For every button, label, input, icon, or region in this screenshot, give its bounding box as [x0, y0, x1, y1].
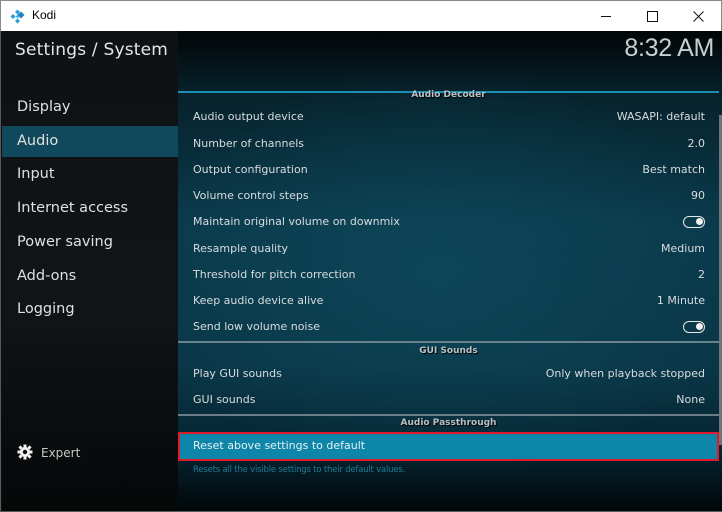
setting-row-audio-output-device[interactable]: Audio output device WASAPI: default [178, 104, 719, 130]
sidebar-item-label: Add-ons [17, 268, 77, 284]
section-divider [178, 414, 719, 416]
setting-row-gui-sounds[interactable]: GUI sounds None [178, 387, 719, 413]
sidebar-item-label: Audio [17, 133, 59, 149]
section-title-gui-sounds: GUI Sounds [419, 346, 478, 356]
setting-label: Volume control steps [193, 189, 309, 202]
sidebar-item-logging[interactable]: Logging [2, 294, 178, 325]
minimize-button[interactable] [583, 1, 629, 31]
setting-label: Number of channels [193, 137, 305, 150]
setting-value: 90 [691, 189, 705, 202]
close-button[interactable] [675, 1, 721, 31]
setting-value: WASAPI: default [616, 110, 705, 123]
setting-value: Best match [642, 163, 705, 176]
clock: 8:32 AM [624, 34, 714, 62]
setting-label: Maintain original volume on downmix [193, 215, 400, 228]
reset-settings-label: Reset above settings to default [193, 439, 366, 452]
page-title: Settings / System [15, 40, 169, 60]
toggle-knob [696, 218, 703, 225]
section-title-audio-passthrough: Audio Passthrough [400, 418, 497, 428]
sidebar-item-label: Internet access [17, 200, 129, 216]
setting-description: Resets all the visible settings to their… [193, 465, 406, 475]
section-title-audio-decoder: Audio Decoder [411, 90, 486, 100]
setting-label: Play GUI sounds [193, 367, 282, 380]
setting-row-play-gui-sounds[interactable]: Play GUI sounds Only when playback stopp… [178, 361, 719, 387]
reset-settings-button[interactable]: Reset above settings to default [178, 432, 719, 461]
window-title: Kodi [32, 8, 57, 22]
setting-row-keep-audio-device-alive[interactable]: Keep audio device alive 1 Minute [178, 288, 719, 314]
setting-row-output-configuration[interactable]: Output configuration Best match [178, 157, 719, 183]
setting-label: Send low volume noise [193, 320, 320, 333]
setting-row-resample-quality[interactable]: Resample quality Medium [178, 236, 719, 262]
toggle-switch-on[interactable] [683, 216, 705, 228]
setting-label: Keep audio device alive [193, 294, 324, 307]
setting-row-number-of-channels[interactable]: Number of channels 2.0 [178, 131, 719, 157]
setting-label: Resample quality [193, 242, 289, 255]
maximize-icon [646, 7, 658, 26]
setting-label: Audio output device [193, 110, 304, 123]
sidebar-item-add-ons[interactable]: Add-ons [2, 261, 178, 292]
sidebar-item-display[interactable]: Display [2, 92, 178, 123]
setting-value: 2 [698, 268, 705, 281]
sidebar-item-label: Display [17, 99, 71, 115]
toggle-knob [696, 323, 703, 330]
window-titlebar: Kodi [0, 0, 722, 31]
sidebar-item-label: Power saving [17, 234, 113, 250]
sidebar-item-label: Input [17, 166, 55, 182]
settings-sidebar: Settings / System Display Audio Input In… [2, 31, 178, 511]
toggle-switch-on[interactable] [683, 321, 705, 333]
setting-row-maintain-original-volume[interactable]: Maintain original volume on downmix [178, 209, 719, 235]
setting-label: Threshold for pitch correction [193, 268, 356, 281]
kodi-logo-icon [10, 9, 25, 24]
gear-icon [17, 444, 33, 463]
sidebar-item-label: Logging [17, 301, 75, 317]
sidebar-item-input[interactable]: Input [2, 159, 178, 190]
kodi-app: Settings / System Display Audio Input In… [0, 31, 722, 512]
settings-level-label: Expert [41, 446, 81, 460]
setting-row-threshold-pitch-correction[interactable]: Threshold for pitch correction 2 [178, 262, 719, 288]
section-divider [178, 341, 719, 343]
setting-value: 1 Minute [656, 294, 705, 307]
setting-value: None [676, 393, 705, 406]
sidebar-item-audio[interactable]: Audio [2, 126, 178, 157]
setting-value: 2.0 [687, 137, 706, 150]
sidebar-item-internet-access[interactable]: Internet access [2, 193, 178, 224]
setting-value: Only when playback stopped [545, 367, 705, 380]
setting-label: Output configuration [193, 163, 308, 176]
minimize-icon [600, 7, 612, 26]
setting-row-send-low-volume-noise[interactable]: Send low volume noise [178, 314, 719, 340]
sidebar-item-power-saving[interactable]: Power saving [2, 227, 178, 258]
settings-level-button[interactable]: Expert [17, 444, 80, 462]
setting-label: GUI sounds [193, 393, 256, 406]
settings-content: 8:32 AM Audio Decoder Audio output devic… [178, 31, 722, 511]
close-icon [692, 7, 704, 26]
setting-value: Medium [661, 242, 705, 255]
maximize-button[interactable] [629, 1, 675, 31]
setting-row-volume-control-steps[interactable]: Volume control steps 90 [178, 183, 719, 209]
